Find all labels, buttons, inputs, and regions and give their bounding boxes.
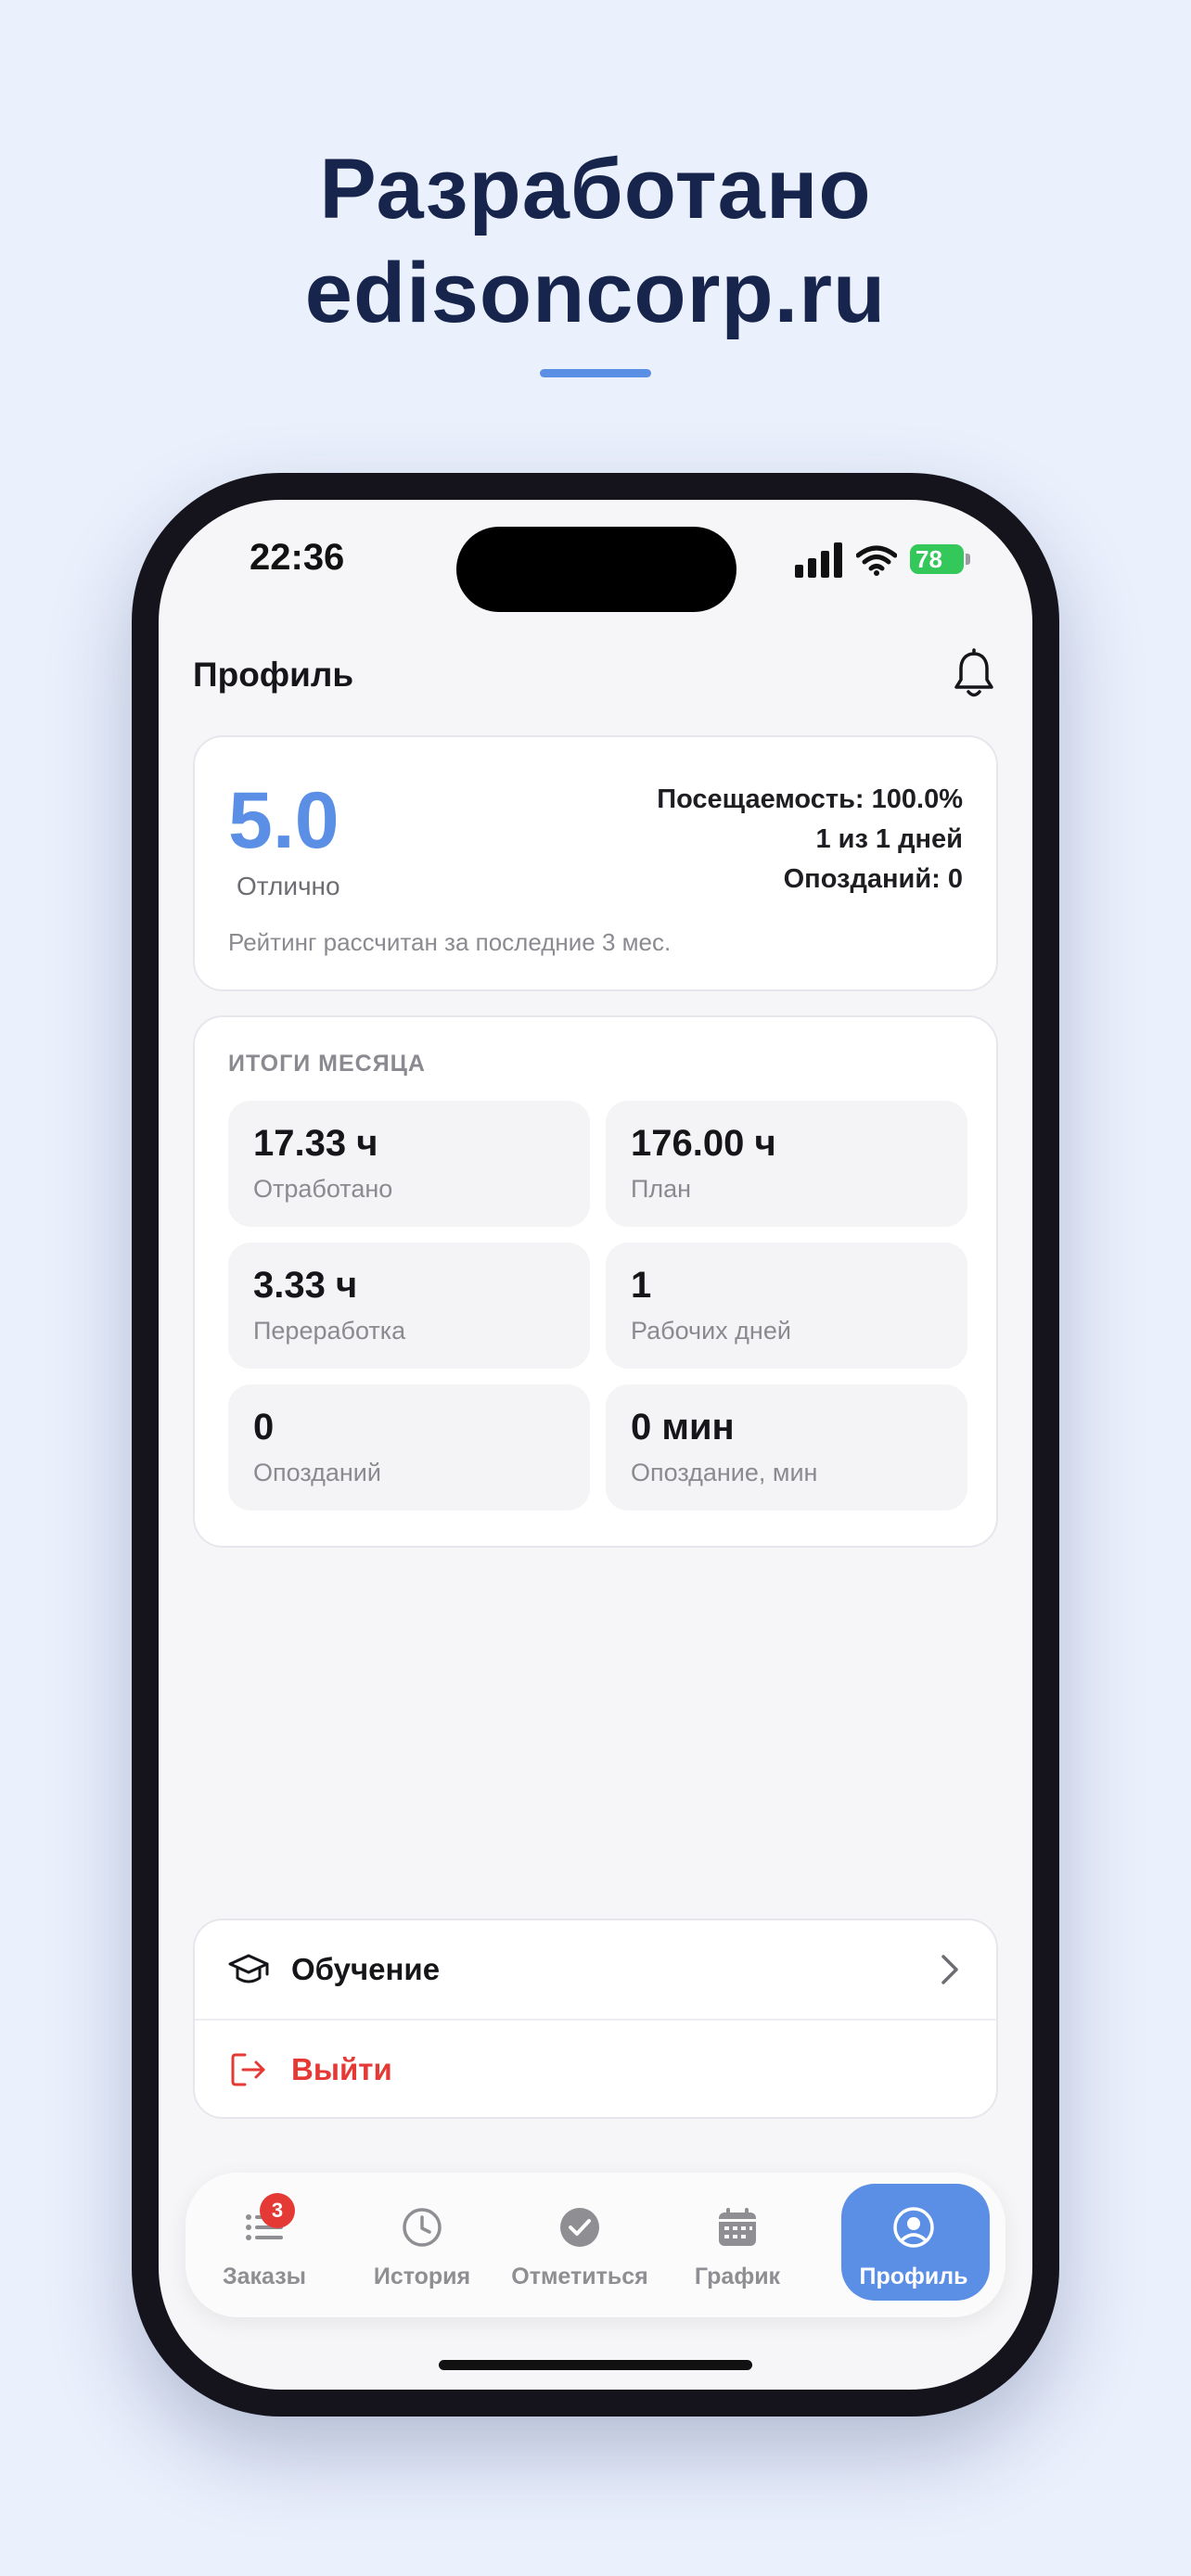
promo-underline (540, 369, 651, 377)
status-time: 22:36 (250, 537, 345, 578)
days-text: 1 из 1 дней (815, 824, 963, 854)
promo-line2: edisoncorp.ru (304, 246, 887, 340)
user-circle-icon (893, 2207, 934, 2248)
calendar-icon (719, 2208, 756, 2246)
tile-label: План (631, 1175, 692, 1203)
tab-orders[interactable]: 3 Заказы (186, 2173, 343, 2317)
home-indicator (439, 2360, 752, 2370)
tile-late-count: 0 Опозданий (228, 1384, 590, 1511)
tile-plan: 176.00 ч План (606, 1101, 967, 1227)
page-title: Профиль (193, 656, 354, 694)
attendance-stats: Посещаемость: 100.0% 1 из 1 дней Опоздан… (657, 780, 963, 899)
tab-label: График (694, 2264, 781, 2289)
check-circle-icon (560, 2208, 599, 2247)
orders-badge: 3 (260, 2193, 295, 2228)
tile-label: Отработано (253, 1175, 393, 1203)
rating-note: Рейтинг рассчитан за последние 3 мес. (228, 928, 672, 956)
cellular-signal-icon (795, 542, 842, 578)
phone-screen: 22:36 78 Профиль 5.0 Отлично Посещаемост… (159, 500, 1032, 2390)
tab-label: История (373, 2264, 471, 2289)
logout-icon (231, 2053, 265, 2086)
graduation-cap-icon (228, 1954, 269, 1983)
tile-late-minutes: 0 мин Опоздание, мин (606, 1384, 967, 1511)
rating-word: Отлично (237, 872, 340, 900)
menu-item-logout[interactable]: Выйти (195, 2021, 996, 2119)
month-summary-card: ИТОГИ МЕСЯЦА 17.33 ч Отработано 176.00 ч… (193, 1015, 998, 1548)
tile-value: 17.33 ч (253, 1123, 378, 1164)
battery-tip (966, 554, 970, 565)
tile-value: 0 мин (631, 1407, 735, 1447)
tile-label: Опозданий (253, 1459, 381, 1486)
tab-check-in[interactable]: Отметиться (501, 2173, 659, 2317)
month-summary-title: ИТОГИ МЕСЯЦА (228, 1051, 426, 1077)
menu-item-label: Обучение (291, 1952, 441, 1986)
tile-value: 3.33 ч (253, 1265, 358, 1306)
tile-label: Переработка (253, 1317, 406, 1345)
rating-card: 5.0 Отлично Посещаемость: 100.0% 1 из 1 … (193, 735, 998, 991)
tab-label: Отметиться (511, 2264, 648, 2289)
menu-item-learning[interactable]: Обучение (195, 1920, 996, 2021)
tab-bar: 3 Заказы История Отметиться График Профи… (186, 2173, 1005, 2317)
tab-label: Заказы (222, 2264, 307, 2289)
attendance-text: Посещаемость: 100.0% (657, 784, 963, 814)
tab-schedule[interactable]: График (659, 2173, 816, 2317)
battery-level: 78 (916, 545, 942, 573)
promo-line1: Разработано (319, 142, 872, 236)
menu-item-label: Выйти (291, 2052, 392, 2086)
menu-card: Обучение Выйти (193, 1919, 998, 2119)
tab-history[interactable]: История (343, 2173, 501, 2317)
late-text: Опозданий: 0 (783, 864, 963, 894)
rating-value: 5.0 (228, 776, 339, 865)
tile-workdays: 1 Рабочих дней (606, 1243, 967, 1369)
chevron-right-icon (941, 1955, 958, 1984)
tab-profile[interactable]: Профиль (835, 2173, 992, 2317)
tile-value: 176.00 ч (631, 1123, 776, 1164)
wifi-icon (856, 545, 897, 576)
tile-worked: 17.33 ч Отработано (228, 1101, 590, 1227)
tab-label: Профиль (859, 2264, 968, 2289)
tile-overtime: 3.33 ч Переработка (228, 1243, 590, 1369)
tile-value: 1 (631, 1265, 652, 1306)
tile-label: Рабочих дней (631, 1317, 791, 1345)
dynamic-island (456, 527, 736, 612)
tile-label: Опоздание, мин (631, 1459, 818, 1486)
promo-title: Разработано edisoncorp.ru (0, 137, 1191, 345)
battery-icon: 78 (910, 544, 964, 574)
bell-icon[interactable] (952, 648, 996, 700)
clock-icon (403, 2208, 442, 2247)
tile-value: 0 (253, 1407, 275, 1447)
